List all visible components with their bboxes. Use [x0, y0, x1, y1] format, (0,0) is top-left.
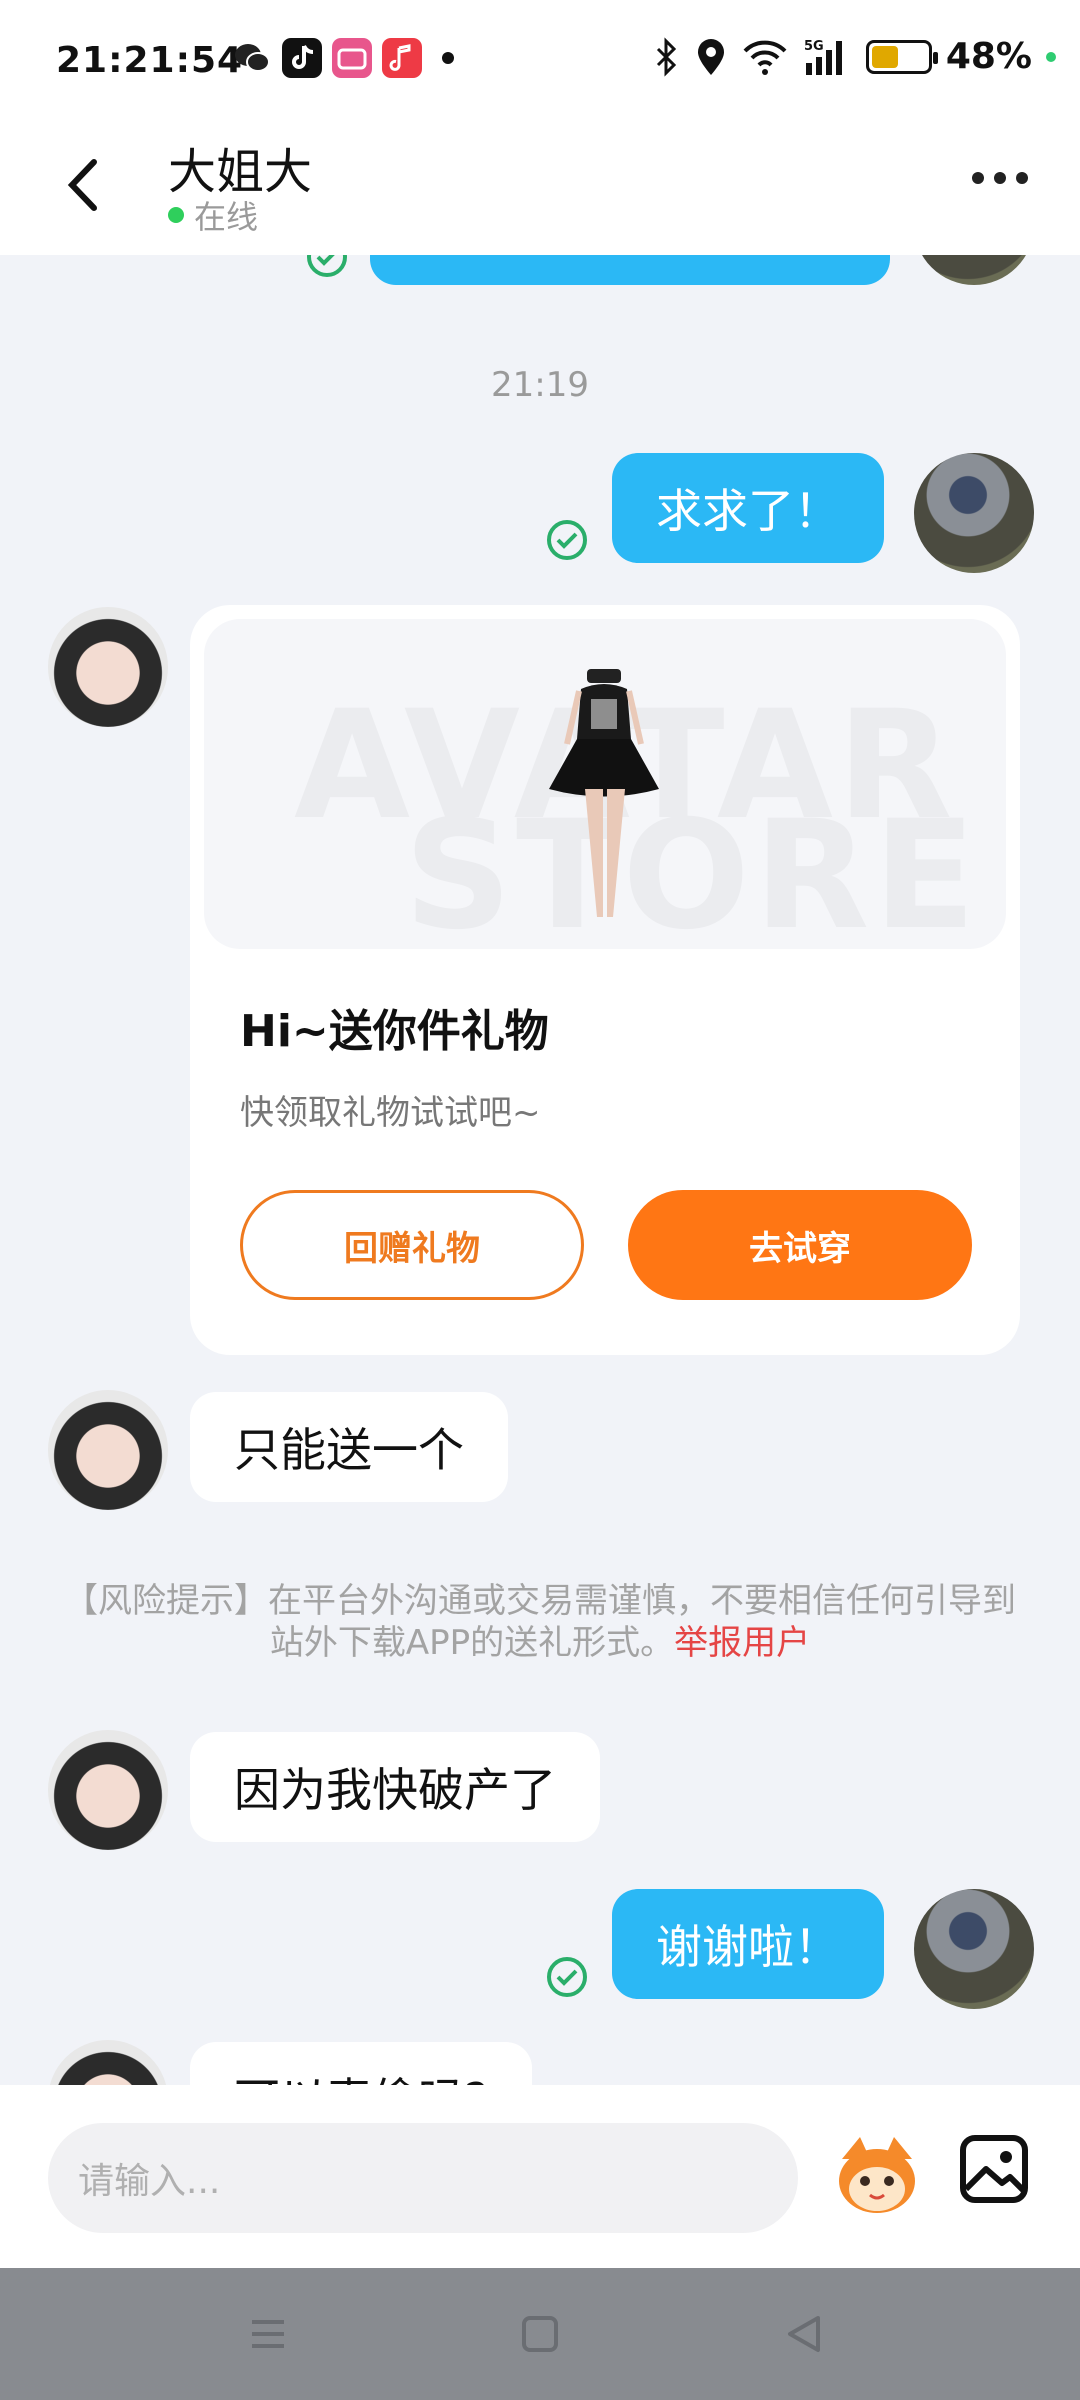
music-icon: [382, 38, 422, 78]
home-nav-icon[interactable]: [516, 2310, 564, 2358]
svg-text:5G: 5G: [804, 39, 824, 54]
tiktok-icon: [282, 38, 322, 78]
status-time: 21:21:54: [56, 40, 244, 81]
more-options-icon[interactable]: [972, 172, 1028, 184]
my-avatar[interactable]: [914, 453, 1034, 573]
risk-notice-text: 【风险提示】在平台外沟通或交易需谨慎，不要相信任何引导到站外下载APP的送礼形式…: [64, 1581, 1016, 1663]
report-user-link[interactable]: 举报用户: [674, 1623, 810, 1663]
contact-avatar[interactable]: [48, 1730, 168, 1850]
online-dot-icon: [168, 207, 184, 223]
message-bubble-other[interactable]: 因为我快破产了: [190, 1732, 600, 1842]
contact-avatar[interactable]: [48, 607, 168, 727]
image-picker-icon[interactable]: [958, 2133, 1030, 2205]
read-check-icon: [547, 1957, 587, 1997]
message-bubble-me[interactable]: 谢谢啦！: [612, 1889, 884, 1999]
system-nav-bar: [0, 2268, 1080, 2400]
back-arrow-icon[interactable]: [56, 150, 112, 220]
bilibili-icon: [332, 38, 372, 78]
dress-figure-icon: [549, 669, 659, 917]
contact-avatar[interactable]: [48, 1390, 168, 1510]
message-bubble-other[interactable]: 可以麦偷吗?: [190, 2042, 533, 2085]
message-timestamp: 21:19: [491, 365, 589, 405]
read-check-icon: [307, 255, 347, 277]
back-nav-icon[interactable]: [780, 2310, 828, 2358]
contact-avatar[interactable]: [48, 2040, 168, 2085]
read-check-icon: [547, 520, 587, 560]
risk-notice: 【风险提示】在平台外沟通或交易需谨慎，不要相信任何引导到站外下载APP的送礼形式…: [60, 1580, 1020, 1664]
watermark-text: STORE: [404, 789, 980, 949]
gift-title: Hi~送你件礼物: [240, 1006, 549, 1057]
location-icon: [697, 38, 724, 75]
more-notifications-dot: [442, 52, 454, 64]
chat-messages[interactable]: 21:19 求求了！ AVATAR STORE Hi~送你件礼物 快领取礼物试试…: [0, 255, 1080, 2085]
message-bubble-other[interactable]: 只能送一个: [190, 1392, 508, 1502]
message-input[interactable]: 请输入...: [48, 2123, 798, 2233]
signal-icon: 5G: [804, 39, 842, 75]
my-avatar[interactable]: [914, 255, 1034, 285]
my-avatar[interactable]: [914, 1889, 1034, 2009]
message-bubble-me-partial[interactable]: [370, 255, 890, 285]
return-gift-button[interactable]: 回赠礼物: [240, 1190, 584, 1300]
online-status: 在线: [168, 192, 258, 238]
online-status-text: 在线: [194, 198, 259, 236]
wechat-icon: [232, 38, 272, 78]
chat-header: 大姐大 在线: [0, 120, 1080, 255]
privacy-indicator-dot: [1046, 51, 1056, 62]
gift-image[interactable]: AVATAR STORE: [204, 619, 1006, 949]
status-bar: 21:21:54 5G 48%: [0, 0, 1080, 120]
bluetooth-icon: [656, 36, 676, 77]
system-icons: 5G 48%: [652, 36, 1056, 77]
gift-subtitle: 快领取礼物试试吧~: [240, 1093, 541, 1133]
battery-percent: 48%: [945, 36, 1032, 77]
message-bubble-me[interactable]: 求求了！: [612, 453, 884, 563]
notification-icons: [232, 38, 454, 78]
wifi-icon: [743, 40, 787, 75]
input-bar: 请输入...: [0, 2085, 1080, 2268]
battery-icon: [865, 39, 938, 74]
menu-nav-icon[interactable]: [244, 2310, 292, 2358]
try-on-button[interactable]: 去试穿: [628, 1190, 972, 1300]
mascot-sticker-icon[interactable]: [832, 2129, 922, 2219]
gift-card[interactable]: AVATAR STORE Hi~送你件礼物 快领取礼物试试吧~ 回赠礼物 去试穿: [190, 605, 1020, 1355]
